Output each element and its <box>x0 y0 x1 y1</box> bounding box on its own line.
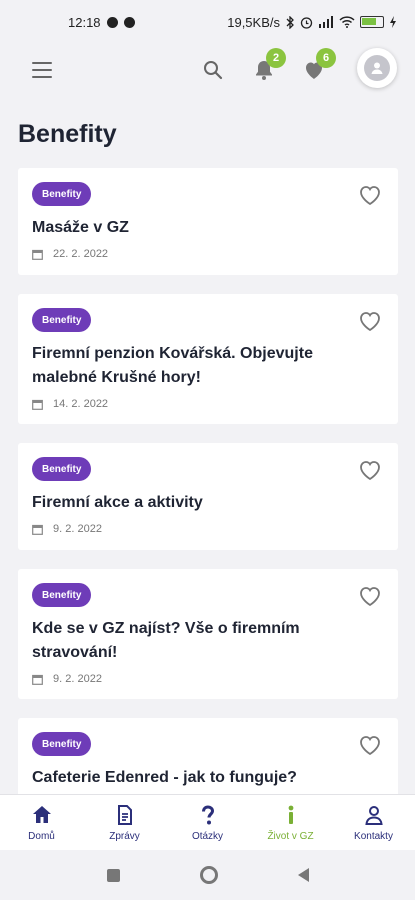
bottom-navigation: Domů Zprávy Otázky Život v GZ Kontakty <box>0 794 415 850</box>
bluetooth-icon <box>286 15 294 29</box>
calendar-icon <box>32 524 43 535</box>
nav-item-contacts[interactable]: Kontakty <box>332 795 415 850</box>
calendar-icon <box>32 249 43 260</box>
favorites-badge: 6 <box>316 48 336 68</box>
home-icon <box>32 805 51 823</box>
article-date: 9. 2. 2022 <box>32 523 102 535</box>
notifications-badge: 2 <box>266 48 286 68</box>
nav-label: Zprávy <box>109 830 140 842</box>
article-card[interactable]: Benefity Cafeterie Edenred - jak to fung… <box>18 718 398 794</box>
menu-icon[interactable] <box>32 62 52 78</box>
article-title: Cafeterie Edenred - jak to funguje? <box>32 769 297 786</box>
category-chip: Benefity <box>32 583 92 607</box>
battery-icon <box>360 16 384 28</box>
document-icon <box>117 804 132 825</box>
nav-item-home[interactable]: Domů <box>0 795 83 850</box>
article-date-text: 22. 2. 2022 <box>53 248 109 260</box>
status-net-speed: 19,5KB/s <box>227 14 280 30</box>
alarm-icon <box>300 16 313 29</box>
system-navigation <box>0 850 415 900</box>
article-title: Firemní penzion Kovářská. Objevujte male… <box>32 345 313 386</box>
heart-outline-icon[interactable] <box>358 310 382 332</box>
category-chip: Benefity <box>32 182 92 206</box>
page-title: Benefity <box>18 120 117 148</box>
category-chip: Benefity <box>32 457 92 481</box>
charging-icon <box>390 16 396 28</box>
article-date-text: 14. 2. 2022 <box>53 398 109 410</box>
article-card[interactable]: Benefity Masáže v GZ 22. 2. 2022 <box>18 168 398 275</box>
back-button[interactable] <box>297 868 309 882</box>
article-card[interactable]: Benefity Firemní akce a aktivity 9. 2. 2… <box>18 443 398 550</box>
wifi-icon <box>339 16 355 28</box>
article-date: 22. 2. 2022 <box>32 248 108 260</box>
calendar-icon <box>32 399 43 410</box>
person-icon <box>364 805 383 825</box>
article-date: 14. 2. 2022 <box>32 398 108 410</box>
signal-icon <box>319 16 333 28</box>
user-icon <box>364 55 390 81</box>
heart-outline-icon[interactable] <box>358 459 382 481</box>
category-chip: Benefity <box>32 308 92 332</box>
article-date-text: 9. 2. 2022 <box>53 673 102 685</box>
nav-item-questions[interactable]: Otázky <box>166 795 249 850</box>
notifications-button[interactable]: 2 <box>252 48 286 82</box>
heart-outline-icon[interactable] <box>358 184 382 206</box>
question-icon <box>201 804 214 824</box>
article-title: Firemní akce a aktivity <box>32 494 203 511</box>
article-card[interactable]: Benefity Kde se v GZ najíst? Vše o firem… <box>18 569 398 699</box>
status-bar: 12:18 19,5KB/s <box>0 0 415 44</box>
search-icon[interactable] <box>202 59 224 81</box>
nav-item-life-in-gz[interactable]: Život v GZ <box>249 795 332 850</box>
article-title: Kde se v GZ najíst? Vše o firemním strav… <box>32 620 300 661</box>
status-right: 19,5KB/s <box>227 15 397 30</box>
nav-label: Otázky <box>191 830 224 842</box>
avatar[interactable] <box>357 48 397 88</box>
status-left: 12:18 <box>68 15 135 30</box>
app-top-bar: 2 6 <box>0 44 415 100</box>
heart-outline-icon[interactable] <box>358 734 382 756</box>
favorites-button[interactable]: 6 <box>302 48 336 82</box>
article-card[interactable]: Benefity Firemní penzion Kovářská. Objev… <box>18 294 398 424</box>
home-button[interactable] <box>199 866 218 884</box>
info-icon <box>288 805 293 824</box>
status-app-icon <box>123 16 135 28</box>
nav-item-news[interactable]: Zprávy <box>83 795 166 850</box>
article-date-text: 9. 2. 2022 <box>53 523 102 535</box>
nav-label: Život v GZ <box>267 830 314 842</box>
heart-outline-icon[interactable] <box>358 585 382 607</box>
status-app-icon <box>106 16 118 28</box>
article-title: Masáže v GZ <box>32 219 129 236</box>
nav-label: Domů <box>28 830 55 842</box>
nav-label: Kontakty <box>354 830 393 842</box>
article-date: 9. 2. 2022 <box>32 673 102 685</box>
status-time: 12:18 <box>68 14 101 30</box>
recents-button[interactable] <box>106 868 120 882</box>
category-chip: Benefity <box>32 732 92 756</box>
calendar-icon <box>32 674 43 685</box>
article-list: Benefity Masáže v GZ 22. 2. 2022 Benefit… <box>18 168 398 794</box>
